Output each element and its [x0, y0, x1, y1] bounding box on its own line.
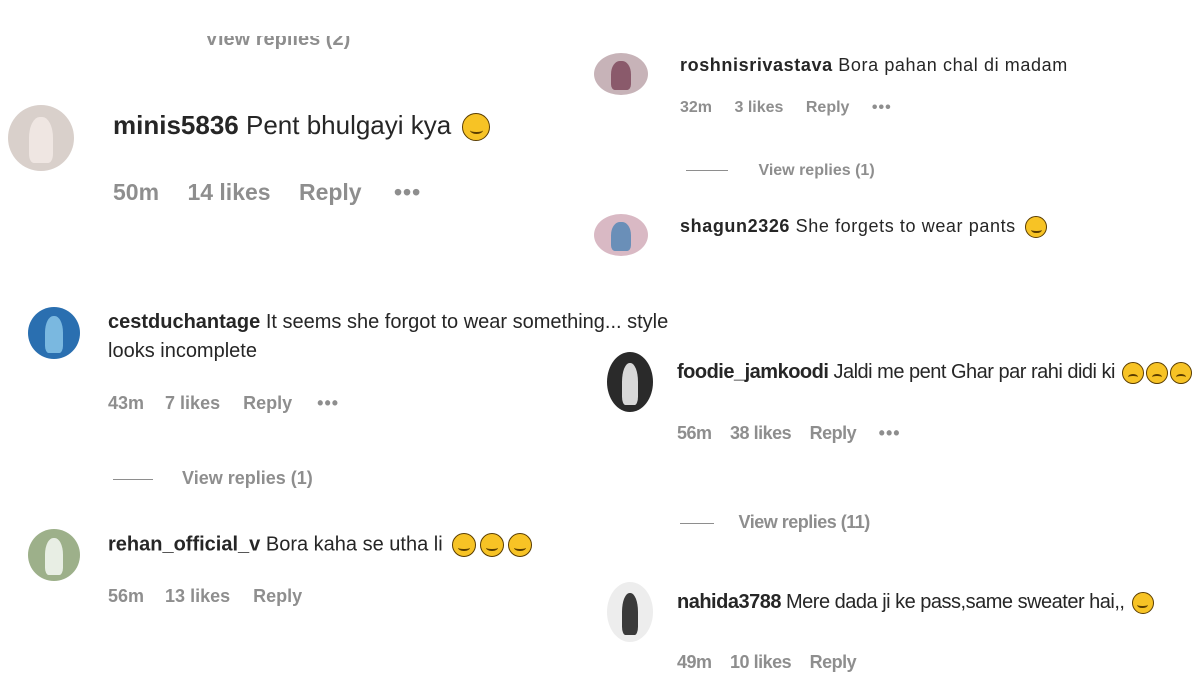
comment-body: Bora kaha se utha li [265, 533, 443, 556]
sad-emoji-icon [1122, 361, 1145, 384]
sad-emoji-icon [1146, 361, 1169, 384]
comment-meta: 32m 3 likes Reply ••• [680, 99, 892, 117]
likes-count[interactable]: 13 likes [165, 586, 230, 606]
comment-username[interactable]: foodie_jamkoodi [677, 361, 829, 383]
divider-line [680, 522, 714, 524]
comment-text: foodie_jamkoodi Jaldi me pent Ghar par r… [677, 361, 1193, 384]
reply-button[interactable]: Reply [810, 423, 857, 443]
view-replies-link[interactable]: View replies (11) [739, 512, 871, 532]
more-options-icon[interactable]: ••• [872, 99, 892, 116]
likes-count[interactable]: 10 likes [730, 652, 792, 672]
comment-body: Bora pahan chal di madam [838, 55, 1068, 75]
comment-username[interactable]: minis5836 [113, 110, 239, 140]
reply-button[interactable]: Reply [810, 652, 857, 672]
comment-text: shagun2326 She forgets to wear pants [680, 216, 1048, 239]
smiling-emoji-icon [1131, 591, 1154, 614]
rofl-emoji-icon [508, 533, 533, 557]
likes-count[interactable]: 38 likes [730, 423, 792, 443]
comment-username[interactable]: cestduchantage [108, 311, 260, 333]
comment-meta: 56m 13 likes Reply [108, 586, 302, 607]
avatar[interactable] [8, 105, 74, 171]
view-replies-row[interactable]: View replies (1) [113, 468, 313, 489]
likes-count[interactable]: 7 likes [165, 393, 220, 413]
rofl-emoji-icon [480, 533, 505, 557]
comment-time: 49m [677, 652, 712, 672]
smiling-emoji-icon [452, 533, 477, 557]
comment-meta: 43m 7 likes Reply ••• [108, 393, 339, 414]
comment-username[interactable]: shagun2326 [680, 216, 790, 236]
avatar[interactable] [28, 529, 80, 581]
comment-time: 32m [680, 99, 713, 116]
reply-button[interactable]: Reply [243, 393, 292, 413]
likes-count[interactable]: 3 likes [734, 99, 783, 116]
divider-line [113, 478, 153, 480]
comment-time: 56m [108, 586, 145, 606]
reply-button[interactable]: Reply [806, 99, 850, 116]
more-options-icon[interactable]: ••• [394, 179, 421, 205]
comment-text: cestduchantage It seems she forgot to we… [108, 311, 668, 334]
view-replies-link[interactable]: View replies (1) [758, 162, 874, 179]
comment-text: roshnisrivastava Bora pahan chal di mada… [680, 55, 1068, 76]
avatar[interactable] [607, 582, 653, 642]
comment-text-continued: looks incomplete [108, 340, 257, 362]
comment-time: 56m [677, 423, 712, 443]
more-options-icon[interactable]: ••• [879, 423, 901, 443]
view-replies-link[interactable]: View replies (2) [205, 36, 350, 51]
comment-username[interactable]: roshnisrivastava [680, 55, 833, 75]
rofl-emoji-icon [1025, 216, 1048, 239]
comment-username[interactable]: rehan_official_v [108, 533, 260, 555]
sad-emoji-icon [1170, 361, 1193, 384]
comment-meta: 56m 38 likes Reply ••• [677, 423, 901, 444]
comment-text: rehan_official_v Bora kaha se utha li [108, 533, 533, 557]
comment-time: 43m [108, 393, 145, 413]
comment-meta: 49m 10 likes Reply [677, 652, 857, 673]
comment-text: nahida3788 Mere dada ji ke pass,same swe… [677, 591, 1154, 614]
avatar[interactable] [607, 352, 653, 412]
avatar[interactable] [28, 307, 80, 359]
laughing-emoji-icon [462, 113, 491, 142]
reply-button[interactable]: Reply [299, 179, 362, 205]
comment-body: It seems she forgot to wear something...… [265, 311, 669, 333]
likes-count[interactable]: 14 likes [187, 179, 270, 205]
view-replies-row[interactable]: View replies (1) [686, 162, 875, 180]
comment-username[interactable]: nahida3788 [677, 591, 781, 613]
reply-button[interactable]: Reply [253, 586, 302, 606]
comment-body: Pent bhulgayi kya [245, 110, 452, 140]
divider-line [686, 170, 728, 172]
comment-time: 50m [113, 179, 160, 205]
comment-body: She forgets to wear pants [795, 216, 1016, 236]
comment-body: Jaldi me pent Ghar par rahi didi ki [833, 361, 1116, 383]
view-replies-row[interactable]: View replies (11) [680, 512, 870, 533]
avatar[interactable] [594, 214, 648, 256]
comment-meta: 50m 14 likes Reply ••• [113, 179, 421, 206]
view-replies-link[interactable]: View replies (1) [182, 468, 313, 488]
comment-body: Mere dada ji ke pass,same sweater hai,, [786, 591, 1125, 613]
avatar[interactable] [594, 53, 648, 95]
comment-text: minis5836 Pent bhulgayi kya [113, 110, 491, 142]
more-options-icon[interactable]: ••• [317, 393, 339, 413]
